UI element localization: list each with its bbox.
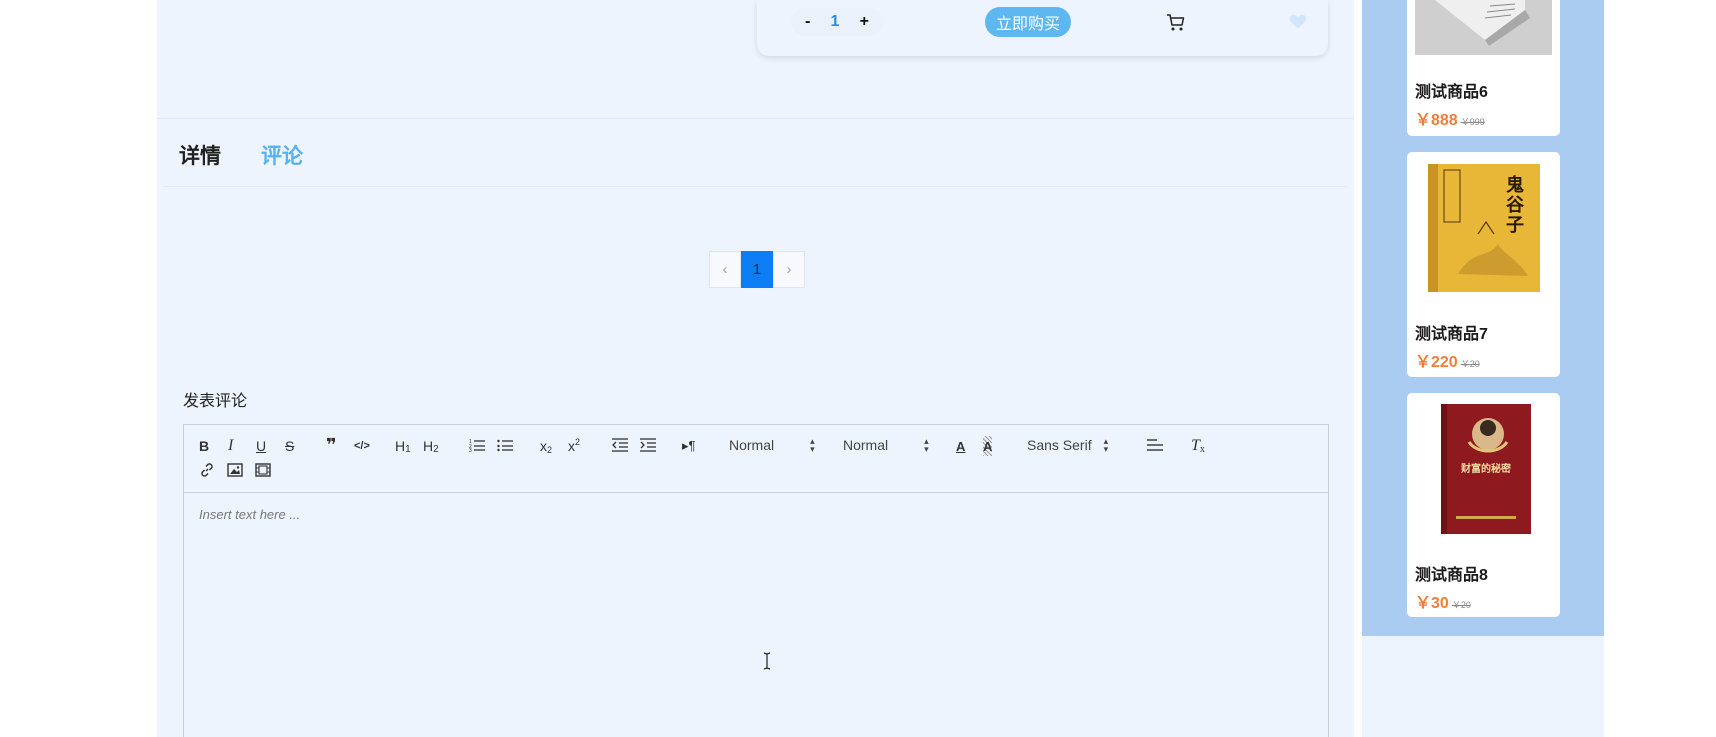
product-price-value: ￥220 [1415,354,1458,371]
recommend-sidebar: 测试商品6 ￥888 ￥999 鬼谷子 测试商品7 ￥220 ￥20 财富的秘密… [1362,0,1604,636]
buy-now-button[interactable]: 立即购买 [985,7,1071,37]
tab-comment[interactable]: 评论 [261,140,303,170]
sidebar-footer-space [1362,636,1604,737]
text-direction-icon[interactable]: ▸¶ [682,436,696,456]
header-select-value: Normal [729,437,775,453]
comment-text-area[interactable]: Insert text here ... [184,493,1328,536]
cart-icon[interactable] [1166,13,1186,33]
qty-minus-button[interactable]: - [805,13,810,31]
product-name: 测试商品6 [1415,84,1488,101]
product-old-price: ￥999 [1460,117,1485,127]
pagination-next-button[interactable]: › [773,251,805,288]
superscript-icon[interactable]: x2 [568,436,580,456]
product-image [1415,0,1552,55]
tab-detail[interactable]: 详情 [179,140,221,170]
chevron-updown-icon: ▴ ▾ [810,436,815,454]
heading2-icon[interactable]: H2 [423,436,439,456]
product-old-price: ￥20 [1460,359,1480,369]
product-image: 财富的秘密 [1441,404,1531,534]
align-icon[interactable] [1147,439,1163,459]
text-color-icon[interactable]: A [956,436,965,456]
buy-panel: - 1 + 立即购买 [757,0,1328,56]
size-select[interactable]: Normal ▴ ▾ [843,435,929,455]
font-select-value: Sans Serif [1027,437,1092,453]
product-card[interactable]: 鬼谷子 测试商品7 ￥220 ￥20 [1407,152,1560,377]
qty-value: 1 [830,13,840,30]
underline-icon[interactable]: U [256,436,266,456]
product-old-price: ￥20 [1451,600,1471,610]
rich-text-editor: B I U S ❞ </> H1 H2 123 x2 x2 ▸¶ Normal … [183,424,1329,737]
product-card[interactable]: 财富的秘密 测试商品8 ￥30 ￥20 [1407,393,1560,617]
main-content: - 1 + 立即购买 详情 评论 ‹ 1 › 发表评论 B I U S ❞ </… [157,0,1354,737]
qty-plus-button[interactable]: + [860,13,869,31]
page: - 1 + 立即购买 详情 评论 ‹ 1 › 发表评论 B I U S ❞ </… [0,0,1716,737]
comment-title: 发表评论 [183,393,248,410]
product-price-value: ￥30 [1415,595,1449,612]
product-price: ￥30 ￥20 [1415,589,1471,613]
tab-divider [163,186,1348,187]
text-cursor-icon [763,652,771,670]
italic-icon[interactable]: I [228,436,233,456]
chevron-updown-icon: ▴ ▾ [924,436,929,454]
tab-bar: 详情 评论 [179,140,303,170]
editor-toolbar: B I U S ❞ </> H1 H2 123 x2 x2 ▸¶ Normal … [184,425,1328,493]
font-select[interactable]: Sans Serif ▴ ▾ [1027,435,1108,455]
svg-text:3: 3 [469,448,472,454]
product-price-value: ￥888 [1415,112,1458,129]
bold-icon[interactable]: B [199,436,209,456]
outdent-icon[interactable] [612,438,628,458]
product-image: 鬼谷子 [1428,164,1540,292]
header-select[interactable]: Normal ▴ ▾ [729,435,815,455]
heading1-icon[interactable]: H1 [395,436,411,456]
pagination-prev-button[interactable]: ‹ [709,251,741,288]
pagination: ‹ 1 › [709,251,805,288]
pagination-page-1[interactable]: 1 [741,251,773,288]
strike-icon[interactable]: S [285,436,294,456]
product-name: 测试商品7 [1415,326,1488,343]
image-icon[interactable] [227,463,243,483]
blockquote-icon[interactable]: ❞ [326,435,337,455]
book-cover-title: 财富的秘密 [1461,464,1511,475]
bullet-list-icon[interactable] [497,438,513,458]
background-color-icon[interactable]: A [983,436,993,456]
book-cover-title: 鬼谷子 [1506,175,1524,236]
chevron-updown-icon: ▴ ▾ [1103,436,1109,454]
video-icon[interactable] [255,463,271,483]
indent-icon[interactable] [640,438,656,458]
product-price: ￥220 ￥20 [1415,348,1480,372]
ordered-list-icon[interactable]: 123 [469,438,485,458]
product-name: 测试商品8 [1415,567,1488,584]
product-price: ￥888 ￥999 [1415,106,1485,130]
product-card[interactable]: 测试商品6 ￥888 ￥999 [1407,0,1560,136]
code-icon[interactable]: </> [354,436,370,456]
clear-format-icon[interactable]: Tx [1191,436,1205,456]
section-divider [157,118,1354,119]
subscript-icon[interactable]: x2 [540,436,552,456]
heart-icon[interactable] [1289,13,1307,31]
link-icon[interactable] [199,462,215,482]
quantity-stepper: - 1 + [791,8,883,36]
size-select-value: Normal [843,437,889,453]
